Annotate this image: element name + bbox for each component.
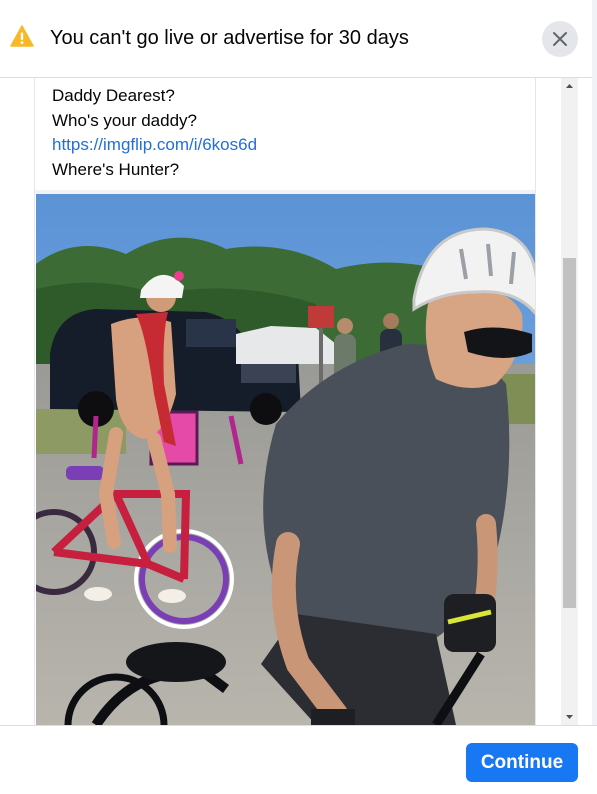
scrollbar-thumb[interactable] <box>563 258 576 608</box>
modal-body: Daddy Dearest? Who's your daddy? https:/… <box>0 78 597 725</box>
warning-triangle-icon <box>10 25 34 47</box>
post-line: Who's your daddy? <box>52 110 197 130</box>
post-line: Where's Hunter? <box>52 159 180 179</box>
post-text: Daddy Dearest? Who's your daddy? https:/… <box>52 84 257 182</box>
post-link[interactable]: https://imgflip.com/i/6kos6d <box>52 133 257 158</box>
close-button[interactable] <box>542 21 578 57</box>
continue-button[interactable]: Continue <box>466 743 578 782</box>
scroll-up-arrow-icon[interactable] <box>561 78 578 95</box>
post-photo[interactable] <box>36 194 535 725</box>
scrollbar[interactable] <box>561 78 578 725</box>
dialog-title: You can't go live or advertise for 30 da… <box>50 27 409 49</box>
modal-footer: Continue <box>0 725 597 794</box>
close-icon <box>553 32 567 46</box>
scroll-down-arrow-icon[interactable] <box>561 708 578 725</box>
window-edge <box>592 0 597 794</box>
post-card: Daddy Dearest? Who's your daddy? https:/… <box>34 78 536 725</box>
post-line: Daddy Dearest? <box>52 86 175 105</box>
modal-header: You can't go live or advertise for 30 da… <box>0 0 597 78</box>
